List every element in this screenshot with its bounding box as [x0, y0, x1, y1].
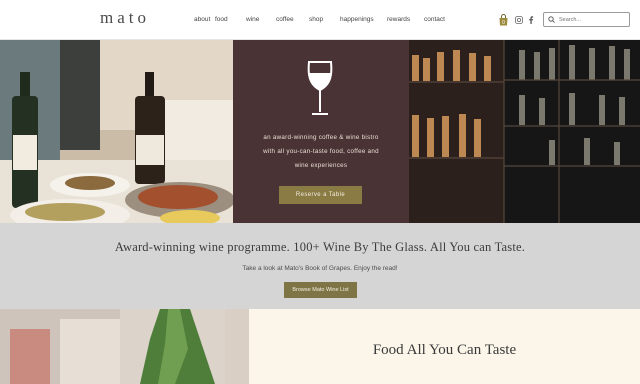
reserve-table-button[interactable]: Reserve a Table: [279, 186, 362, 204]
facebook-icon[interactable]: [528, 16, 534, 24]
nav-happenings[interactable]: happenings: [340, 16, 374, 23]
search-icon: [548, 16, 555, 23]
browse-wine-list-button[interactable]: Browse Mato Wine List: [284, 282, 357, 298]
food-section-title: Food All You Can Taste: [372, 342, 517, 358]
wine-cabinet-image: [409, 40, 640, 223]
nav-contact[interactable]: contact: [424, 16, 445, 23]
green-bottle-image: [0, 309, 249, 384]
nav-wine[interactable]: wine: [246, 16, 259, 23]
instagram-icon[interactable]: [515, 16, 523, 24]
food-and-wine-image: [0, 40, 233, 223]
nav-rewards[interactable]: rewards: [387, 16, 410, 23]
site-logo[interactable]: mato: [100, 8, 150, 28]
hero-food-photo: [0, 40, 233, 223]
hero-tagline-line-1: an award-winning coffee & wine bistro: [263, 134, 379, 141]
hero-tagline-line-3: wine experiences: [294, 162, 348, 169]
wine-glass-icon: [307, 61, 333, 115]
shopping-bag-icon[interactable]: 0: [498, 14, 509, 26]
wine-programme-subtitle: Take a look at Mato's Book of Grapes. En…: [242, 265, 398, 272]
hero-tagline-line-2: with all you-can-taste food, coffee and: [263, 148, 379, 155]
wine-programme-title: Award-winning wine programme. 100+ Wine …: [114, 240, 526, 254]
nav-shop[interactable]: shop: [309, 16, 323, 23]
search-input[interactable]: [559, 16, 625, 23]
nav-about[interactable]: about: [194, 16, 210, 23]
nav-food[interactable]: food: [215, 16, 228, 23]
nav-coffee[interactable]: coffee: [276, 16, 294, 23]
site-header: mato about food wine coffee shop happeni…: [0, 0, 640, 40]
bottle-photo: [0, 309, 249, 384]
hero-wine-cabinet-photo: [409, 40, 640, 223]
search-box[interactable]: [543, 12, 630, 27]
svg-text:0: 0: [502, 20, 505, 26]
hero-tagline: an award-winning coffee & wine bistro wi…: [233, 131, 409, 173]
